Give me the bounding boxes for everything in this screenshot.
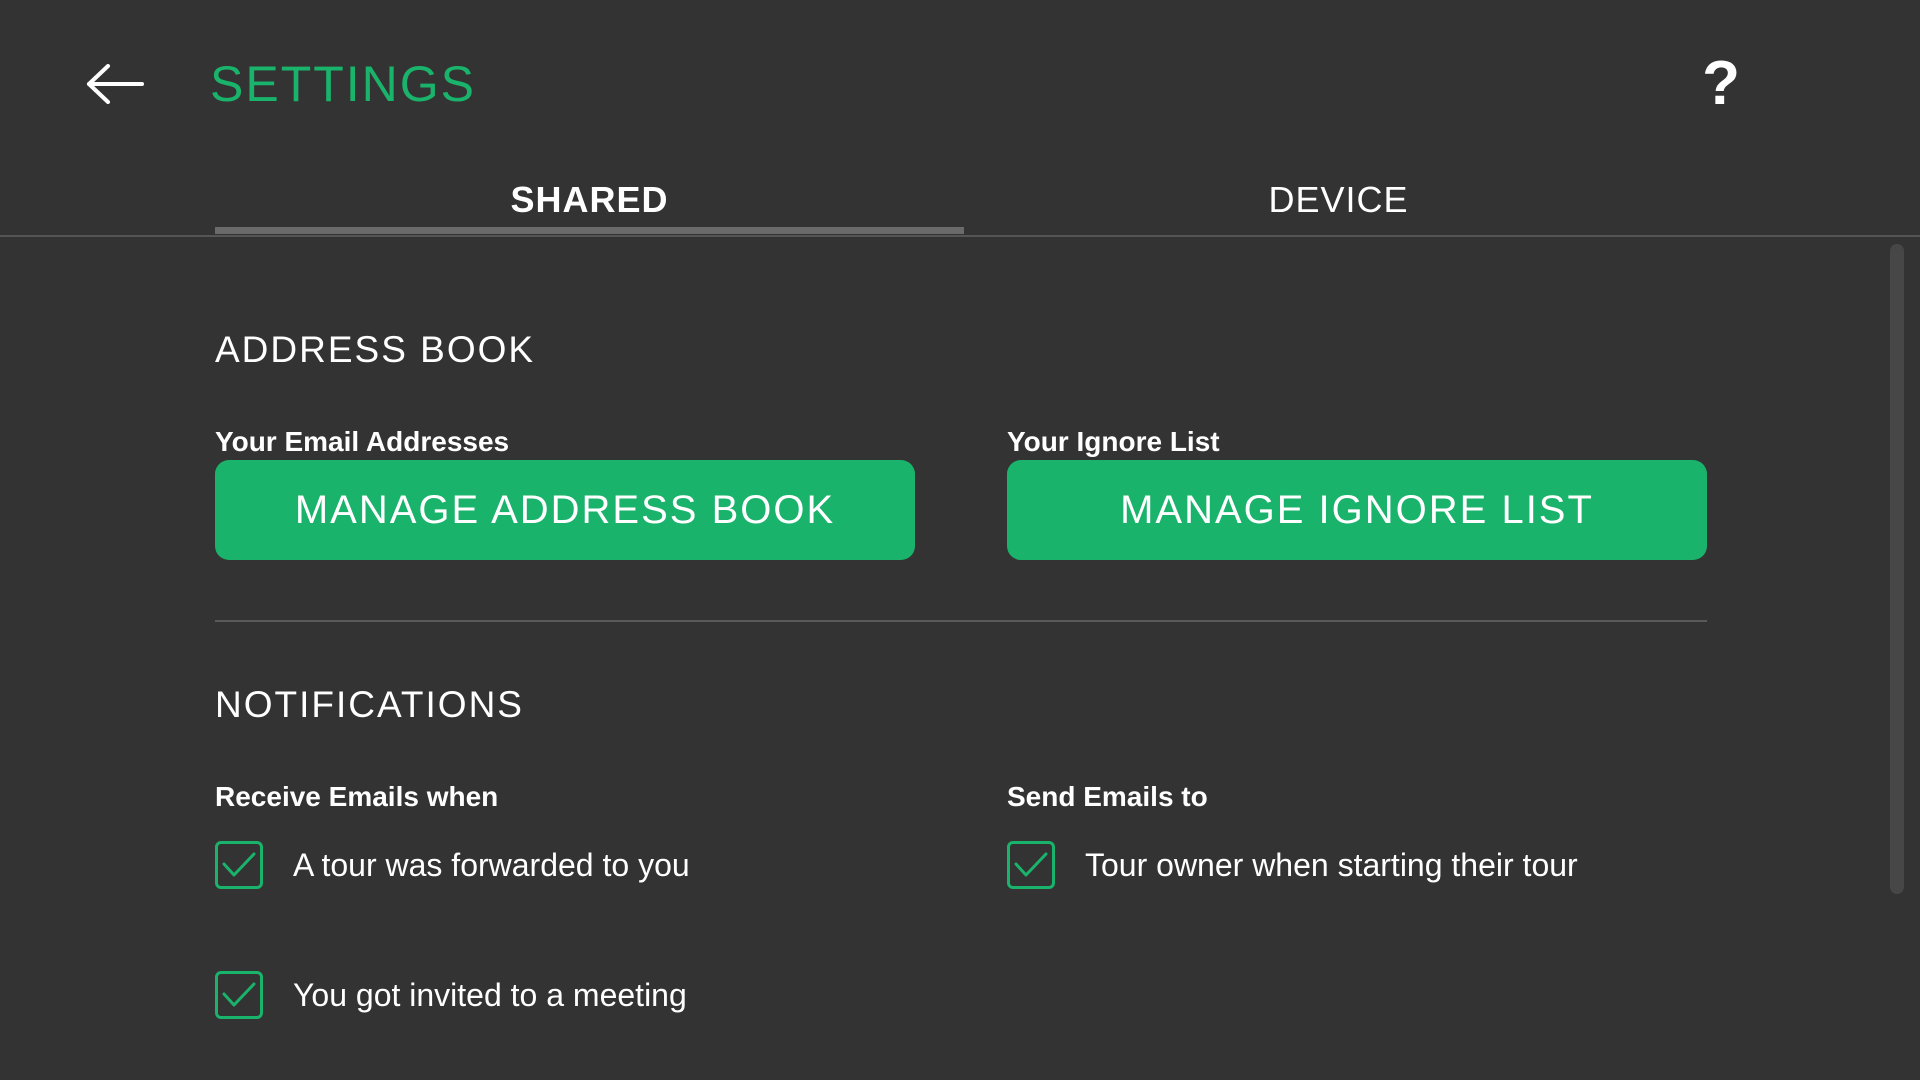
page-title: SETTINGS	[210, 56, 477, 112]
option-tour-owner: Tour owner when starting their tour	[1007, 840, 1578, 890]
checkmark-icon	[222, 982, 256, 1007]
active-tab-indicator	[215, 227, 964, 234]
checkmark-icon	[1014, 852, 1048, 877]
tour-owner-label: Tour owner when starting their tour	[1085, 847, 1578, 883]
tour-forwarded-label: A tour was forwarded to you	[293, 847, 690, 883]
back-button[interactable]	[80, 56, 150, 112]
section-divider	[215, 620, 1707, 622]
tab-device[interactable]: DEVICE	[964, 164, 1713, 235]
meeting-invite-label: You got invited to a meeting	[293, 977, 687, 1013]
arrow-left-icon	[87, 64, 144, 104]
receive-emails-label: Receive Emails when	[215, 781, 499, 812]
help-button[interactable]: ?	[1698, 50, 1744, 118]
notifications-heading: NOTIFICATIONS	[215, 684, 524, 725]
meeting-invite-checkbox[interactable]	[215, 971, 263, 1019]
tab-shared[interactable]: SHARED	[215, 164, 964, 235]
address-book-heading: ADDRESS BOOK	[215, 329, 536, 370]
scrollbar[interactable]	[1890, 244, 1904, 894]
ignore-list-label: Your Ignore List	[1007, 426, 1220, 457]
option-meeting-invite: You got invited to a meeting	[215, 970, 687, 1020]
option-tour-forwarded: A tour was forwarded to you	[215, 840, 690, 890]
tour-owner-checkbox[interactable]	[1007, 841, 1055, 889]
email-addresses-label: Your Email Addresses	[215, 426, 510, 457]
manage-ignore-list-button[interactable]: MANAGE IGNORE LIST	[1007, 460, 1707, 560]
send-emails-label: Send Emails to	[1007, 781, 1208, 812]
settings-page: SETTINGS ? SHARED DEVICE ADDRESS BOOK Yo…	[0, 0, 1920, 1080]
tour-forwarded-checkbox[interactable]	[215, 841, 263, 889]
manage-address-book-button[interactable]: MANAGE ADDRESS BOOK	[215, 460, 915, 560]
checkmark-icon	[222, 852, 256, 877]
